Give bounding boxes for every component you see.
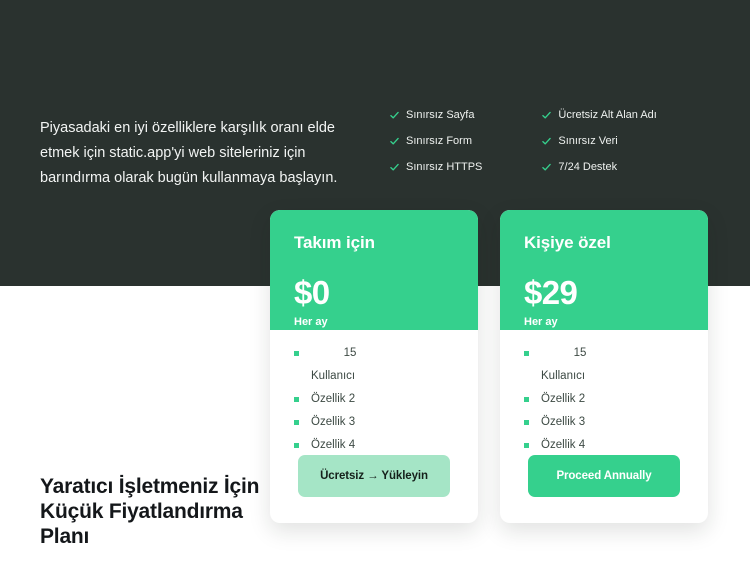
bullet-square-icon [524, 397, 529, 402]
list-item: Özellik 4 [524, 436, 684, 455]
plan-price: $0 [294, 274, 330, 311]
feature-check-list: Sınırsız Sayfa Sınırsız Form Sınırsız HT… [390, 108, 720, 174]
pricing-card-personal[interactable]: Kişiye özel $29 Her ay 15 Kullanıcı Özel… [500, 210, 708, 523]
plan-feature-label: Kullanıcı [541, 370, 586, 382]
check-icon [542, 137, 552, 146]
list-item: Özellik 3 [524, 413, 684, 432]
bullet-square-icon [524, 443, 529, 448]
feature-label: Sınırsız Form [406, 135, 473, 147]
check-icon [390, 137, 399, 146]
feature-label: Sınırsız Sayfa [406, 109, 475, 121]
feature-item: Sınırsız HTTPS [390, 160, 482, 174]
plan-feature-list: 15 Kullanıcı Özellik 2 Özellik 3 Özellik… [524, 344, 684, 455]
plan-feature-label: 15 [343, 347, 357, 359]
feature-column-right: Ücretsiz Alt Alan Adı Sınırsız Veri 7/24… [542, 108, 657, 174]
plan-feature-label: Özellik 3 [311, 416, 356, 428]
feature-item: Ücretsiz Alt Alan Adı [542, 108, 657, 122]
feature-column-left: Sınırsız Sayfa Sınırsız Form Sınırsız HT… [390, 108, 482, 174]
bullet-square-icon [294, 420, 299, 425]
plan-price: $29 [524, 274, 578, 311]
feature-item: Sınırsız Sayfa [390, 108, 482, 122]
pricing-card-header: Kişiye özel $29 Her ay [500, 210, 708, 330]
bullet-spacer [524, 374, 529, 379]
check-icon [390, 163, 399, 172]
pricing-card-header: Takım için $0 Her ay [270, 210, 478, 330]
proceed-annually-button[interactable]: Proceed Annually [528, 455, 680, 497]
bullet-square-icon [294, 351, 299, 356]
plan-feature-label: 15 [573, 347, 587, 359]
install-free-button[interactable]: Ücretsiz → Yükleyin [298, 455, 450, 497]
list-item: Kullanıcı [524, 367, 684, 386]
feature-label: Ücretsiz Alt Alan Adı [558, 109, 657, 121]
hero-intro-text: Piyasadaki en iyi özelliklere karşılık o… [40, 119, 338, 186]
check-icon [542, 111, 552, 120]
list-item: Özellik 3 [294, 413, 454, 432]
pricing-card-cta: Proceed Annually [524, 455, 684, 497]
plan-period: Her ay [524, 316, 558, 328]
check-icon [390, 111, 399, 120]
bullet-square-icon [524, 420, 529, 425]
list-item: Özellik 2 [294, 390, 454, 409]
pricing-card-body: 15 Kullanıcı Özellik 2 Özellik 3 Özellik… [270, 330, 478, 523]
plan-feature-label: Özellik 2 [311, 393, 356, 405]
plan-feature-label: Özellik 4 [541, 439, 586, 451]
plan-feature-label: Özellik 2 [541, 393, 586, 405]
list-item: 15 [294, 344, 454, 363]
feature-label: Sınırsız Veri [558, 135, 618, 147]
plan-feature-label: Özellik 3 [541, 416, 586, 428]
bullet-spacer [294, 374, 299, 379]
list-item: Özellik 2 [524, 390, 684, 409]
feature-item: Sınırsız Form [390, 134, 482, 148]
pricing-page: Piyasadaki en iyi özelliklere karşılık o… [0, 0, 750, 587]
feature-item: Sınırsız Veri [542, 134, 656, 148]
plan-feature-label: Özellik 4 [311, 439, 356, 451]
list-item: 15 [524, 344, 684, 363]
plan-title: Kişiye özel [524, 233, 611, 252]
plan-feature-list: 15 Kullanıcı Özellik 2 Özellik 3 Özellik… [294, 344, 454, 455]
list-item: Özellik 4 [294, 436, 454, 455]
plan-feature-label: Kullanıcı [311, 370, 356, 382]
list-item: Kullanıcı [294, 367, 454, 386]
feature-label: 7/24 Destek [558, 161, 618, 173]
bullet-square-icon [294, 443, 299, 448]
pricing-card-body: 15 Kullanıcı Özellik 2 Özellik 3 Özellik… [500, 330, 708, 523]
bullet-square-icon [524, 351, 529, 356]
promo-heading: Yaratıcı İşletmeniz İçin Küçük Fiyatland… [40, 475, 260, 549]
plan-period: Her ay [294, 316, 328, 328]
feature-item: 7/24 Destek [542, 160, 656, 174]
check-icon [542, 163, 552, 172]
feature-label: Sınırsız HTTPS [406, 161, 483, 173]
pricing-card-cta: Ücretsiz → Yükleyin [294, 455, 454, 497]
plan-title: Takım için [294, 233, 375, 252]
bullet-square-icon [294, 397, 299, 402]
pricing-card-team[interactable]: Takım için $0 Her ay 15 Kullanıcı Özelli… [270, 210, 478, 523]
